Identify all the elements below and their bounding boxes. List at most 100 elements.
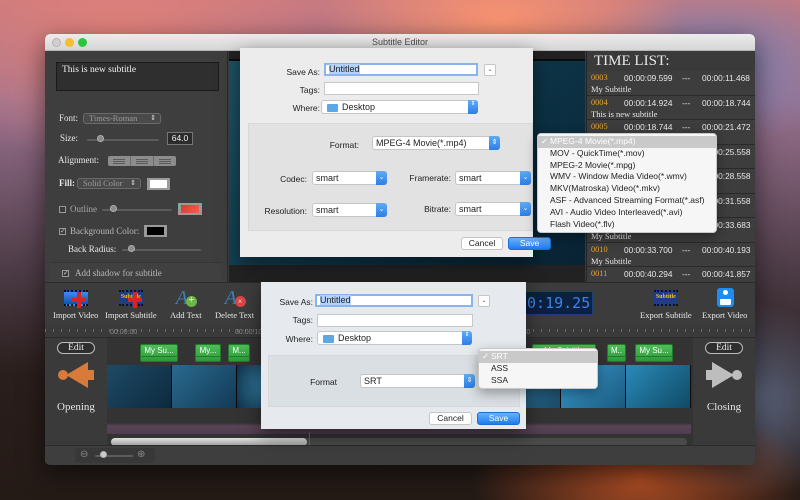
- start-time: 00:00:09.599: [624, 73, 673, 83]
- subtitle-clip[interactable]: M...: [228, 344, 250, 362]
- menu-option[interactable]: ASS: [479, 363, 597, 375]
- where-select[interactable]: Desktop ⇕: [321, 100, 478, 114]
- save-as-input[interactable]: Untitled: [324, 63, 478, 76]
- align-center-button[interactable]: [131, 156, 154, 166]
- font-select[interactable]: Times-Roman ⇕: [83, 113, 161, 124]
- tags-input[interactable]: [317, 314, 473, 327]
- chevron-down-icon: ⌄: [376, 203, 387, 217]
- size-value-field[interactable]: 64.0: [167, 132, 193, 145]
- import-subtitle-button[interactable]: Subtitle Import Subtitle: [105, 288, 157, 320]
- closing-edit-button[interactable]: Edit: [705, 342, 743, 354]
- export-video-button[interactable]: Export Video: [702, 288, 747, 320]
- subtitle-id: 0011: [591, 269, 608, 278]
- opening-panel: Edit Opening: [45, 338, 107, 445]
- background-color-swatch: [147, 227, 164, 235]
- menu-option[interactable]: Flash Video(*.flv): [538, 219, 716, 231]
- menu-option[interactable]: MOV - QuickTime(*.mov): [538, 148, 716, 160]
- menu-option[interactable]: WMV - Window Media Video(*.wmv): [538, 171, 716, 183]
- delete-text-button[interactable]: A × Delete Text: [215, 288, 254, 320]
- export-subtitle-button[interactable]: Subtitle Export Subtitle: [640, 288, 692, 320]
- codec-select[interactable]: smart ⌄: [312, 171, 387, 185]
- stepper-icon: ⇕: [462, 331, 472, 345]
- opening-edit-button[interactable]: Edit: [57, 342, 95, 354]
- time-separator: ---: [682, 269, 691, 279]
- menu-option[interactable]: MKV(Matroska) Video(*.mkv): [538, 183, 716, 195]
- video-format-menu: MPEG-4 Movie(*.mp4)MOV - QuickTime(*.mov…: [537, 133, 717, 234]
- export-video-dialog: Save As: Untitled ⌄ Tags: Where: Desktop…: [240, 48, 551, 257]
- subtitle-text: This is new subtitle: [591, 108, 658, 119]
- maximize-window-button[interactable]: [78, 38, 87, 47]
- end-time: 00:00:21.472: [702, 122, 751, 132]
- where-select[interactable]: Desktop ⇕: [317, 331, 472, 345]
- resolution-select[interactable]: smart ⌄: [312, 203, 387, 217]
- export-subtitle-icon: Subtitle: [652, 288, 680, 308]
- add-text-button[interactable]: A + Add Text: [170, 288, 202, 320]
- subtitle-format-select[interactable]: SRT ⇕: [360, 374, 475, 388]
- outline-slider-knob[interactable]: [110, 205, 117, 212]
- time-list-row[interactable]: 0004 00:00:14.924 --- 00:00:18.744 This is n…: [587, 95, 755, 120]
- cancel-button[interactable]: Cancel: [461, 237, 503, 250]
- menu-option[interactable]: SRT: [479, 351, 597, 363]
- back-radius-slider-knob[interactable]: [128, 245, 135, 252]
- time-list-row[interactable]: 0010 00:00:33.700 --- 00:00:40.193 My Subtit…: [587, 242, 755, 267]
- align-left-button[interactable]: [108, 156, 131, 166]
- format-options-panel: Format: MPEG-4 Movie(*.mp4) ⇕ Codec: sma…: [248, 123, 533, 231]
- folder-icon: [327, 104, 338, 112]
- subtitle-clip[interactable]: My Su...: [635, 344, 673, 362]
- import-video-icon: [62, 288, 90, 308]
- tags-input[interactable]: [324, 82, 479, 95]
- subtitle-clip[interactable]: My...: [195, 344, 221, 362]
- time-separator: ---: [682, 73, 691, 83]
- opening-arrow-icon: [58, 362, 94, 388]
- video-thumbnail: [171, 365, 237, 408]
- shadow-checkbox[interactable]: ✓: [62, 270, 69, 277]
- size-slider-knob[interactable]: [97, 135, 104, 142]
- align-right-button[interactable]: [154, 156, 176, 166]
- menu-option[interactable]: MPEG-4 Movie(*.mp4): [538, 136, 716, 148]
- framerate-select[interactable]: smart ⌄: [455, 171, 531, 185]
- subtitle-text-input[interactable]: This is new subtitle: [56, 62, 219, 91]
- outline-color-well[interactable]: [178, 203, 202, 215]
- menu-option[interactable]: SSA: [479, 375, 597, 387]
- cancel-button[interactable]: Cancel: [429, 412, 472, 425]
- stepper-icon: ⇕: [468, 100, 478, 114]
- where-label: Where:: [292, 103, 320, 113]
- menu-option[interactable]: MPEG-2 Movie(*.mpg): [538, 160, 716, 172]
- save-button[interactable]: Save: [477, 412, 520, 425]
- import-video-button[interactable]: Import Video: [53, 288, 98, 320]
- fill-color-well[interactable]: [147, 178, 170, 190]
- fill-select[interactable]: Solid Color ⇕: [77, 178, 141, 189]
- background-color-well[interactable]: [144, 225, 167, 237]
- folder-icon: [323, 335, 334, 343]
- subtitle-format-value: SRT: [364, 376, 382, 386]
- zoom-out-icon[interactable]: ⊖: [80, 449, 88, 460]
- format-select[interactable]: MPEG-4 Movie(*.mp4) ⇕: [372, 136, 500, 150]
- chevron-down-icon: ⌄: [520, 202, 531, 216]
- zoom-slider-knob[interactable]: [100, 451, 107, 458]
- expand-dialog-button[interactable]: ⌄: [478, 295, 490, 307]
- end-time: 00:00:41.857: [702, 269, 751, 279]
- zoom-in-icon[interactable]: ⊕: [137, 449, 145, 460]
- outline-checkbox[interactable]: [59, 206, 66, 213]
- save-button[interactable]: Save: [508, 237, 551, 250]
- subtitle-clip[interactable]: My Su...: [140, 344, 178, 362]
- background-color-checkbox[interactable]: ✓: [59, 228, 66, 235]
- import-video-label: Import Video: [53, 310, 99, 320]
- minimize-window-button[interactable]: [65, 38, 74, 47]
- video-thumbnail: [107, 365, 172, 408]
- fill-select-value: Solid Color: [83, 178, 123, 188]
- time-list-row[interactable]: 0003 00:00:09.599 --- 00:00:11.468 My Subtit…: [587, 71, 755, 96]
- font-label: Font:: [59, 113, 79, 123]
- outline-color-swatch: [181, 205, 199, 213]
- bitrate-select[interactable]: smart ⌄: [455, 202, 531, 216]
- shadow-label: Add shadow for subtitle: [75, 268, 162, 278]
- expand-dialog-button[interactable]: ⌄: [484, 64, 496, 76]
- menu-option[interactable]: AVI - Audio Video Interleaved(*.avi): [538, 207, 716, 219]
- subtitle-id: 0004: [591, 97, 608, 107]
- menu-option[interactable]: ASF - Advanced Streaming Format(*.asf): [538, 195, 716, 207]
- subtitle-clip[interactable]: M..: [607, 344, 626, 362]
- close-window-button[interactable]: [52, 38, 61, 47]
- bottom-bar: ⊖ ⊕: [45, 445, 755, 465]
- closing-arrow-icon: [706, 362, 742, 388]
- save-as-input[interactable]: Untitled: [315, 294, 473, 307]
